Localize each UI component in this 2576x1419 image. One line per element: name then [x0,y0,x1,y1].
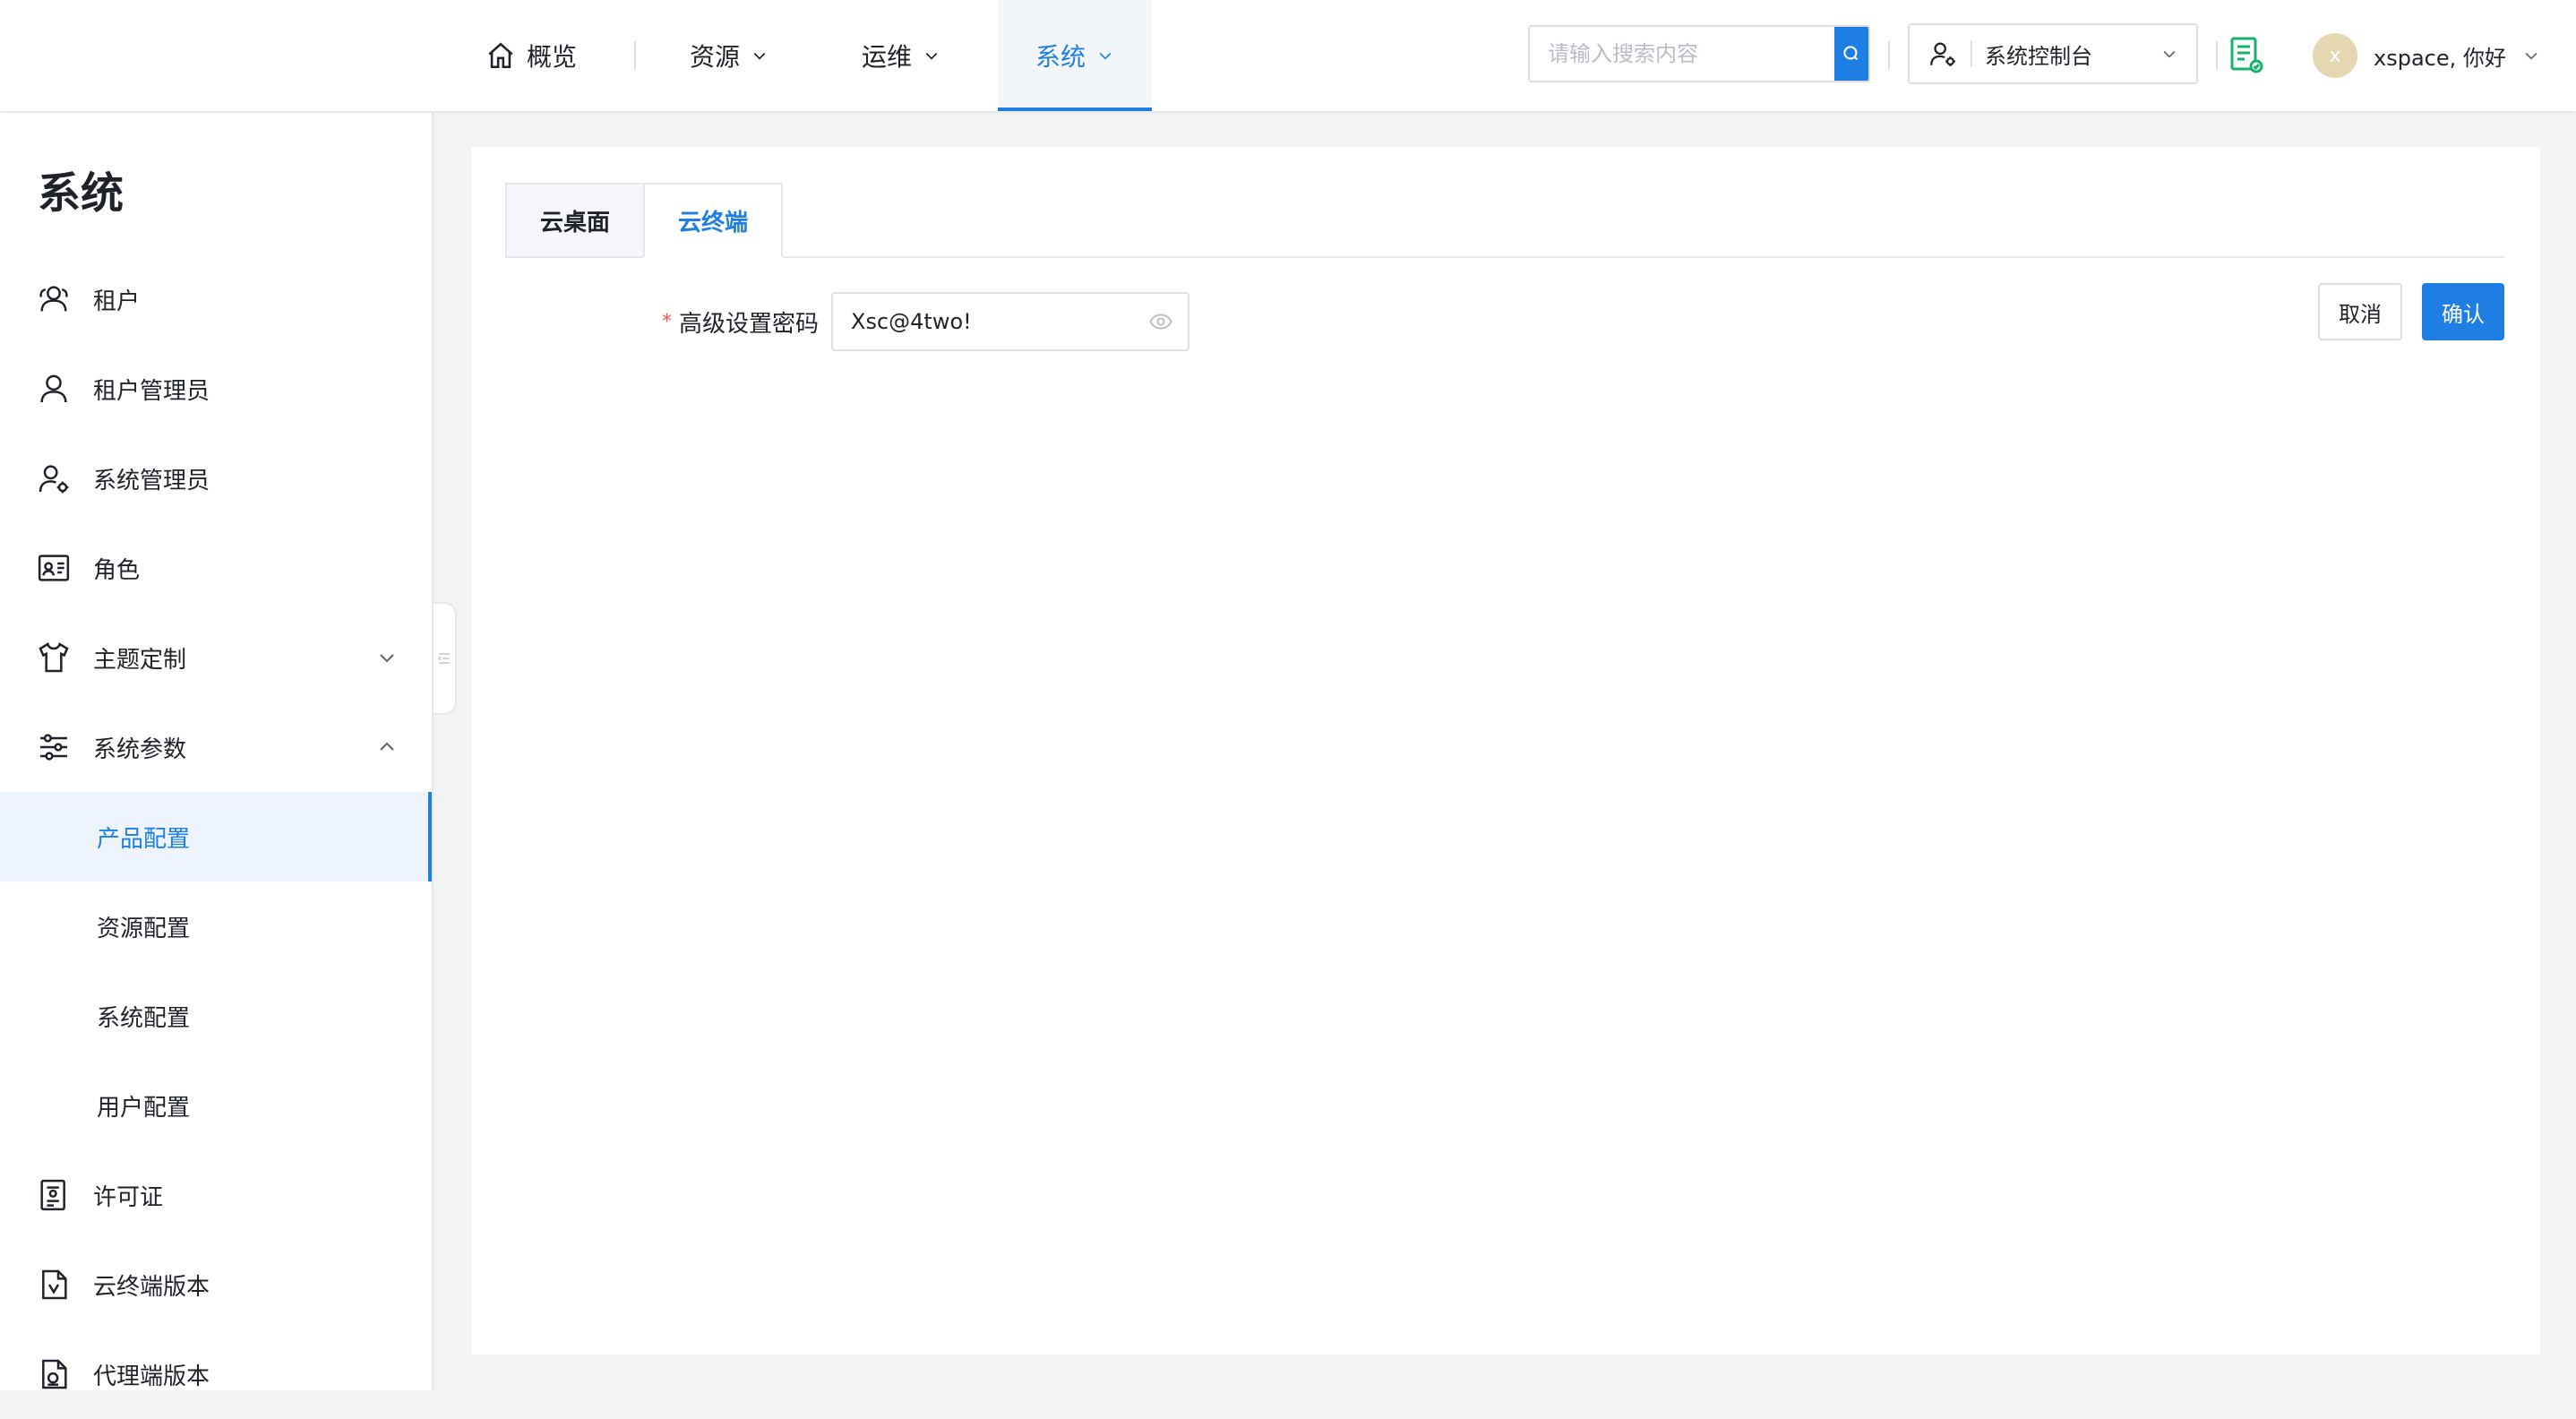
chevron-down-icon [380,654,394,663]
sidebar-item-label: 许可证 [93,1183,164,1211]
sidebar-item-label: 云终端版本 [93,1273,210,1301]
password-field [831,292,1189,351]
chevron-down-icon [1099,52,1112,60]
chevron-down-icon [2525,52,2537,60]
tab-label: 云终端 [677,209,748,236]
version-file-icon [42,1269,67,1300]
search-button[interactable] [1834,27,1868,81]
user-greeting: xspace, 你好 [2374,45,2506,71]
sidebar-item-agent-version[interactable]: 代理端版本 [0,1329,432,1419]
sidebar-item-system-admin[interactable]: 系统管理员 [0,434,432,523]
sidebar-subitem-product-config[interactable]: 产品配置 [0,792,432,882]
header-divider [1888,41,1890,70]
user-icon [40,374,67,403]
global-search [1528,25,1870,82]
chevron-down-icon [2163,50,2176,58]
chevron-up-icon [380,742,394,751]
collapse-menu-icon [438,653,450,664]
user-gear-icon [39,465,69,494]
main-panel: 云桌面 云终端 * 高级设置密码 取消 确认 [471,147,2540,1354]
sidebar-item-label: 产品配置 [97,825,191,853]
sidebar-item-tenant-admin[interactable]: 租户管理员 [0,344,432,434]
sidebar-item-system-params[interactable]: 系统参数 [0,702,432,792]
sidebar-item-label: 租户管理员 [93,377,210,405]
password-field-label: * 高级设置密码 [650,292,819,351]
sidebar-title: 系统 [38,168,125,219]
nav-divider [634,41,636,70]
sidebar-item-label: 资源配置 [97,915,191,942]
sidebar-subitem-resource-config[interactable]: 资源配置 [0,882,432,971]
sidebar-item-label: 系统参数 [93,735,187,763]
license-icon [40,1179,65,1211]
sliders-icon [40,734,67,761]
nav-overview[interactable]: 概览 [485,0,577,111]
sidebar-item-role[interactable]: 角色 [0,523,432,613]
sidebar-item-label: 主题定制 [93,646,187,674]
required-mark: * [661,310,672,333]
id-card-icon [38,555,70,581]
sidebar-item-label: 系统管理员 [93,467,210,494]
user-gear-icon [1930,42,1955,66]
document-list-icon[interactable] [2228,36,2264,75]
nav-operations-label: 运维 [862,42,913,72]
console-select-value: 系统控制台 [1985,43,2092,69]
sidebar-item-label: 租户 [93,288,141,315]
password-input[interactable] [849,308,1148,335]
sidebar-item-label: 系统配置 [97,1004,191,1032]
cancel-button[interactable]: 取消 [2318,283,2402,340]
agent-version-icon [42,1359,67,1389]
sidebar-item-theme[interactable]: 主题定制 [0,613,432,702]
header-divider [2216,41,2218,70]
tab-label: 云桌面 [539,209,610,236]
eye-icon[interactable] [1148,309,1173,334]
nav-resources[interactable]: 资源 [690,0,769,111]
sidebar-item-label: 代理端版本 [93,1363,210,1390]
nav-operations[interactable]: 运维 [862,0,940,111]
chevron-down-icon [925,52,938,60]
sidebar-item-tenant[interactable]: 租户 [0,254,432,344]
tab-cloud-desktop[interactable]: 云桌面 [505,183,645,258]
nav-system[interactable]: 系统 [998,0,1152,111]
top-navigation-bar: 概览 资源 运维 系统 系统控制台 x xspace, 你好 [0,0,2576,111]
sidebar-item-label: 角色 [93,556,141,584]
search-icon [1843,46,1859,61]
sidebar-item-client-version[interactable]: 云终端版本 [0,1240,432,1329]
tab-cloud-terminal[interactable]: 云终端 [643,183,783,258]
console-select[interactable]: 系统控制台 [1908,23,2198,84]
home-icon [488,42,513,69]
sidebar-item-license[interactable]: 许可证 [0,1150,432,1240]
sidebar-subitem-user-config[interactable]: 用户配置 [0,1061,432,1150]
tab-bar: 云桌面 云终端 [505,183,2504,258]
sidebar-subitem-system-config[interactable]: 系统配置 [0,971,432,1061]
sidebar-collapse-handle[interactable] [434,602,457,715]
sidebar-item-label: 用户配置 [97,1094,191,1122]
avatar: x [2313,33,2357,78]
nav-system-label: 系统 [1035,42,1086,72]
confirm-button[interactable]: 确认 [2422,283,2504,340]
select-divider [1971,40,1972,67]
nav-resources-label: 资源 [690,42,741,72]
user-menu[interactable]: x xspace, 你好 [2313,30,2540,81]
tenant-icon [39,286,68,312]
search-input[interactable] [1530,27,1834,81]
password-label-text: 高级设置密码 [678,310,819,338]
sidebar: 系统 租户 租户管理员 系统管理员 角色 主题定制 系统参数 产品配置 资源配置… [0,113,434,1390]
chevron-down-icon [753,52,766,60]
shirt-icon [39,642,69,673]
nav-overview-label: 概览 [527,42,578,72]
